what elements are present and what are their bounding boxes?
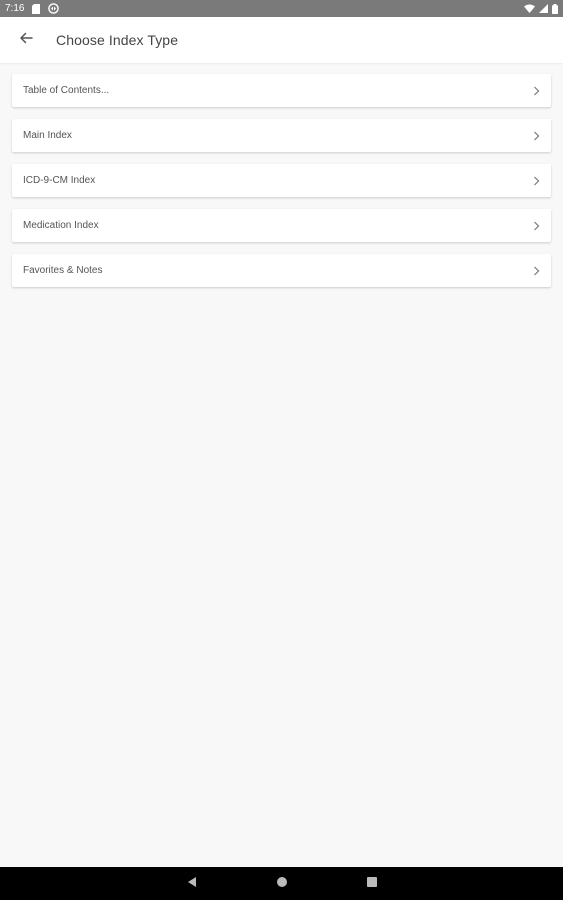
status-left: 7:16: [5, 3, 60, 14]
nav-home-button[interactable]: [267, 869, 297, 899]
home-circle-icon: [276, 875, 288, 893]
chevron-right-icon: [533, 131, 540, 141]
chevron-right-icon: [533, 221, 540, 231]
index-item-label: Main Index: [23, 130, 72, 141]
nav-recents-button[interactable]: [357, 869, 387, 899]
cell-signal-icon: [539, 4, 548, 13]
chevron-right-icon: [533, 86, 540, 96]
nav-back-button[interactable]: [177, 869, 207, 899]
index-type-list: Table of Contents... Main Index ICD-9-CM…: [12, 74, 551, 299]
index-item-main-index[interactable]: Main Index: [12, 119, 551, 152]
index-item-label: Favorites & Notes: [23, 265, 103, 276]
app-bar: Choose Index Type: [0, 17, 563, 63]
status-time: 7:16: [5, 3, 25, 14]
sync-icon: [48, 3, 60, 14]
index-item-favorites-notes[interactable]: Favorites & Notes: [12, 254, 551, 287]
battery-icon: [552, 3, 558, 14]
status-right: [524, 3, 558, 14]
page-title: Choose Index Type: [56, 32, 179, 48]
index-item-label: Medication Index: [23, 220, 99, 231]
back-triangle-icon: [186, 875, 198, 893]
arrow-left-icon: [19, 31, 33, 50]
index-item-label: ICD-9-CM Index: [23, 175, 96, 186]
recents-square-icon: [366, 875, 378, 893]
index-item-table-of-contents[interactable]: Table of Contents...: [12, 74, 551, 107]
back-button[interactable]: [15, 29, 37, 51]
chevron-right-icon: [533, 266, 540, 276]
status-bar: 7:16: [0, 0, 563, 17]
system-nav-bar: [0, 867, 563, 900]
index-item-label: Table of Contents...: [23, 85, 110, 96]
wifi-icon: [524, 4, 535, 13]
chevron-right-icon: [533, 176, 540, 186]
sd-card-icon: [32, 3, 41, 14]
index-item-medication-index[interactable]: Medication Index: [12, 209, 551, 242]
index-item-icd9cm-index[interactable]: ICD-9-CM Index: [12, 164, 551, 197]
